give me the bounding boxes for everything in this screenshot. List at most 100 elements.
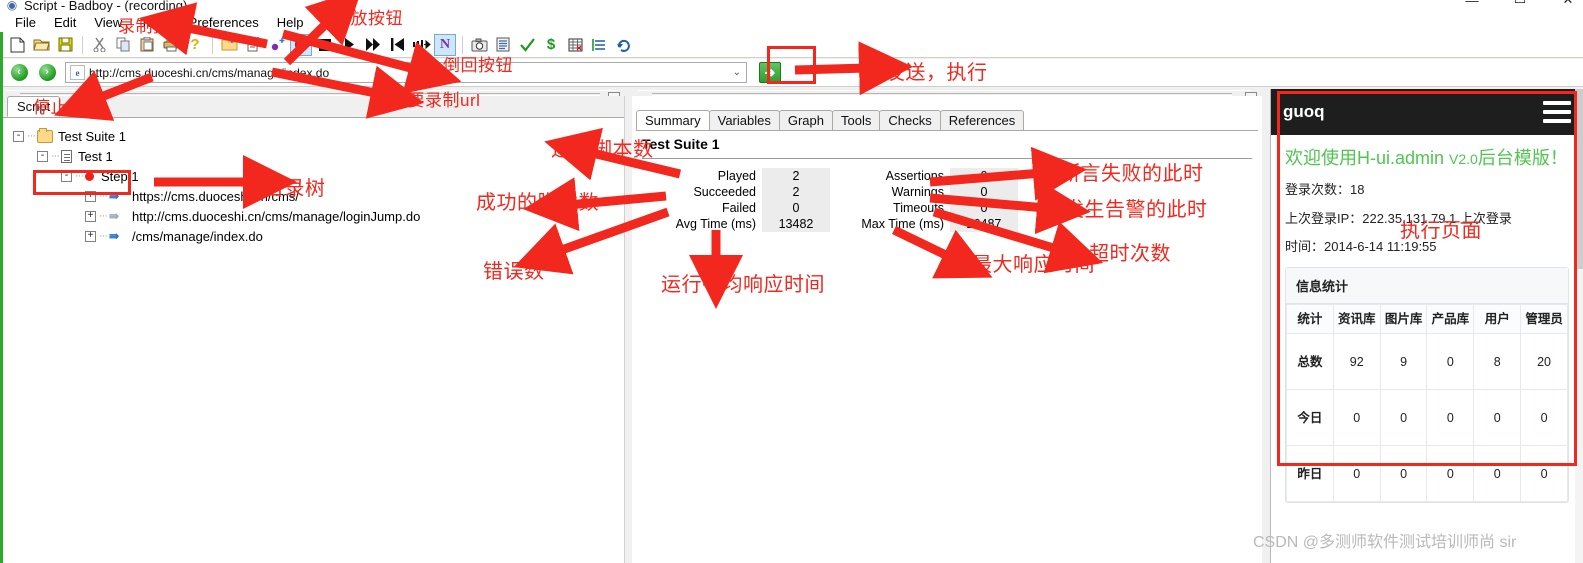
back-arrow-icon[interactable]: ‹ xyxy=(7,62,31,84)
menu-edit[interactable]: Edit xyxy=(45,14,85,31)
row-label-today: 今日 xyxy=(1286,389,1334,446)
rewind-icon[interactable] xyxy=(386,34,408,56)
stop-icon[interactable] xyxy=(314,34,336,56)
tab-graph[interactable]: Graph xyxy=(778,110,833,131)
tree-node-request-2[interactable]: + ··· ⇛ http://cms.duoceshi.cn/cms/manag… xyxy=(13,206,624,226)
print-icon[interactable] xyxy=(160,34,182,56)
refresh-icon[interactable] xyxy=(612,34,634,56)
stat-value-failed: 0 xyxy=(762,200,830,216)
tree-node-request-3[interactable]: + ··· ⇛ /cms/manage/index.do xyxy=(13,226,624,246)
cell: 0 xyxy=(1332,389,1381,446)
navigator-icon[interactable]: N xyxy=(434,33,456,56)
stat-label-assertions: Assertions xyxy=(885,169,944,183)
assertion-check-icon[interactable] xyxy=(516,34,538,56)
results-panel: Summary Variables Graph Tools Checks Ref… xyxy=(632,96,1262,563)
close-icon[interactable]: ✕ xyxy=(1559,0,1577,8)
expand-toggle-icon[interactable]: - xyxy=(37,150,48,162)
new-suite-icon[interactable] xyxy=(218,34,240,56)
preview-stats-card: 信息统计 统计 资讯库 图片库 产品库 用户 管理员 总数 92 9 0 8 2… xyxy=(1285,267,1569,503)
tab-variables[interactable]: Variables xyxy=(708,110,780,131)
tab-checks[interactable]: Checks xyxy=(879,110,941,131)
window-controls[interactable]: — ▭ ✕ xyxy=(1463,0,1577,8)
tree-line: ··· xyxy=(99,210,108,222)
request-arrow-grey-icon: ⇛ xyxy=(109,209,119,223)
preview-last-ip: 上次登录IP：222.35.131.79.1 上次登录 xyxy=(1285,211,1512,226)
tree-line: ··· xyxy=(27,130,36,142)
preview-scrollbar[interactable] xyxy=(1575,89,1583,563)
forward-arrow-icon[interactable]: › xyxy=(35,62,59,84)
play-icon[interactable] xyxy=(338,34,360,56)
menu-tools[interactable]: Tools xyxy=(131,14,179,31)
new-test-icon[interactable] xyxy=(242,34,264,56)
new-icon[interactable] xyxy=(6,34,28,56)
minimize-icon[interactable]: — xyxy=(1463,0,1481,8)
tree-node-label: /cms/manage/index.do xyxy=(132,228,263,244)
tree-node-label: http://cms.duoceshi.cn/cms/manage/loginJ… xyxy=(132,208,421,224)
open-icon[interactable] xyxy=(30,34,52,56)
tab-references[interactable]: References xyxy=(939,110,1025,131)
maximize-icon[interactable]: ▭ xyxy=(1511,0,1529,8)
cell: 0 xyxy=(1520,445,1568,502)
toolbar-separator xyxy=(212,35,214,54)
stat-label-played: Played xyxy=(717,169,756,183)
new-step-icon[interactable] xyxy=(266,34,288,56)
expand-toggle-icon[interactable]: + xyxy=(85,230,96,242)
expand-toggle-icon[interactable]: - xyxy=(61,170,72,182)
tree-node-test[interactable]: - ··· Test 1 xyxy=(13,146,624,166)
help-icon[interactable]: ? xyxy=(184,34,206,56)
save-icon[interactable] xyxy=(54,34,76,56)
window-title: Script - Badboy - (recording) xyxy=(24,0,188,13)
preview-welcome: 欢迎使用H-ui.admin V2.0后台模版！ xyxy=(1285,145,1569,173)
menubar: File Edit View Tools Preferences Help xyxy=(0,12,1583,32)
preview-welcome-tail: 后台模版！ xyxy=(1477,148,1568,168)
report-icon[interactable] xyxy=(492,34,514,56)
preview-body: 欢迎使用H-ui.admin V2.0后台模版！ 登录次数：18 上次登录IP：… xyxy=(1271,135,1583,503)
tab-script[interactable]: Script xyxy=(7,96,61,117)
chevron-down-icon[interactable]: ⌄ xyxy=(733,67,741,78)
preview-card-title: 信息统计 xyxy=(1286,268,1568,304)
toolbar-separator xyxy=(82,35,84,54)
step-icon[interactable] xyxy=(410,34,432,56)
paste-icon[interactable] xyxy=(136,34,158,56)
copy-icon[interactable] xyxy=(112,34,134,56)
csdn-watermark: CSDN @多测师软件测试培训师尚 sir xyxy=(1253,534,1517,551)
cell: 0 xyxy=(1426,333,1475,390)
script-panel: Script - ··· Test Suite 1 - ··· Test 1 -… xyxy=(3,96,625,563)
tree-node-step[interactable]: - ··· Step 1 xyxy=(13,166,624,186)
th-tongji: 统计 xyxy=(1286,304,1334,334)
tab-summary[interactable]: Summary xyxy=(636,110,710,131)
tab-tools[interactable]: Tools xyxy=(832,110,881,131)
preview-username: guoq xyxy=(1283,102,1325,121)
cut-icon[interactable] xyxy=(88,34,110,56)
grid-icon[interactable] xyxy=(564,34,586,56)
row-label-total: 总数 xyxy=(1286,333,1334,390)
cell: 0 xyxy=(1426,445,1475,502)
menu-help[interactable]: Help xyxy=(268,14,313,31)
outline-icon[interactable] xyxy=(588,34,610,56)
menu-view[interactable]: View xyxy=(85,14,131,31)
url-text: http://cms.duoceshi.cn/cms/manage/index.… xyxy=(89,65,330,80)
screenshot-icon[interactable] xyxy=(468,34,490,56)
tree-node-label: Test 1 xyxy=(78,148,113,164)
cell: 0 xyxy=(1520,389,1568,446)
url-input[interactable]: e http://cms.duoceshi.cn/cms/manage/inde… xyxy=(65,62,747,83)
script-tree: - ··· Test Suite 1 - ··· Test 1 - ··· St… xyxy=(3,118,624,246)
hamburger-icon[interactable] xyxy=(1543,96,1571,128)
expand-toggle-icon[interactable]: - xyxy=(13,130,24,142)
go-execute-button[interactable]: ➜ xyxy=(759,62,781,83)
tree-node-test-suite[interactable]: - ··· Test Suite 1 xyxy=(13,126,624,146)
tree-node-request-1[interactable]: + ··· ⇛ https://cms.duoceshi.cn/cms/ xyxy=(13,186,624,206)
cell: 92 xyxy=(1332,333,1381,390)
preview-header: guoq xyxy=(1271,89,1583,135)
menu-file[interactable]: File xyxy=(6,14,45,31)
tree-node-label: Test Suite 1 xyxy=(58,128,126,144)
stat-label-max-time: Max Time (ms) xyxy=(861,217,944,231)
preview-scrollbar-thumb[interactable] xyxy=(1575,89,1583,269)
table-row: 今日 0 0 0 0 0 xyxy=(1286,389,1568,446)
play-all-icon[interactable] xyxy=(362,34,384,56)
variable-dollar-icon[interactable]: $ xyxy=(540,34,562,56)
record-icon[interactable] xyxy=(290,33,312,56)
expand-toggle-icon[interactable]: + xyxy=(85,190,96,202)
expand-toggle-icon[interactable]: + xyxy=(85,210,96,222)
menu-preferences[interactable]: Preferences xyxy=(180,14,268,31)
